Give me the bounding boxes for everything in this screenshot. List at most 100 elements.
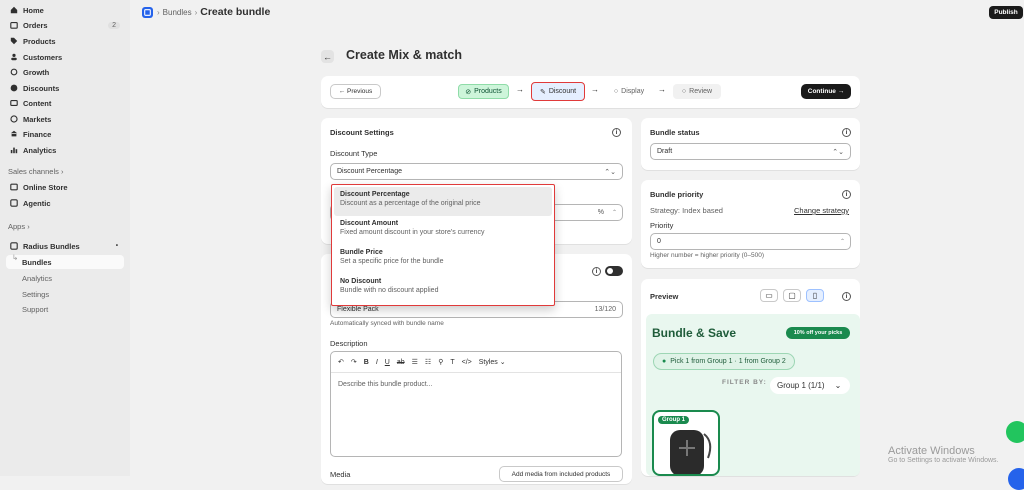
sidebar-sub-support[interactable]: Support — [22, 305, 48, 314]
description-placeholder: Describe this bundle product... — [338, 381, 433, 388]
sidebar-sub-analytics[interactable]: Analytics — [22, 274, 52, 283]
stepper-card: ← Previous ⊘ Products → ✎ Discount → ○ Disp… — [321, 76, 860, 108]
discount-type-dropdown: Discount Percentage Discount as a percent… — [331, 184, 555, 306]
tablet-icon[interactable]: ▢ — [783, 289, 801, 302]
change-strategy-link[interactable]: Change strategy — [794, 206, 849, 215]
clear-format-icon[interactable]: T — [450, 359, 454, 366]
person-icon — [9, 53, 18, 62]
description-editor[interactable]: ↶ ↷ B I U ab ☰ ☷ ⚲ T </> Styles ⌄ Descri… — [330, 351, 622, 457]
back-button[interactable]: ← — [321, 50, 334, 63]
sidebar-item-label: Agentic — [23, 198, 51, 208]
option-bundle-price[interactable]: Bundle Price Set a specific price for the… — [334, 245, 552, 274]
chart-icon — [9, 146, 18, 155]
redo-icon[interactable]: ↷ — [351, 358, 357, 366]
sidebar-item-radius-bundles[interactable]: Radius Bundles • — [6, 239, 124, 253]
option-discount-percentage[interactable]: Discount Percentage Discount as a percent… — [334, 187, 552, 216]
support-widget-icon[interactable] — [1008, 468, 1024, 490]
discount-type-select[interactable]: Discount Percentage ⌃⌄ — [330, 163, 623, 180]
step-review[interactable]: ○ Review — [673, 84, 721, 99]
bold-icon[interactable]: B — [364, 359, 369, 366]
device-switcher: ▭ ▢ ▯ — [760, 289, 824, 302]
priority-input[interactable]: 0 ⌃ — [650, 233, 851, 250]
globe-icon — [9, 115, 18, 124]
sidebar-item-customers[interactable]: Customers — [6, 50, 124, 64]
apps-label[interactable]: Apps › — [8, 222, 30, 231]
sidebar-item-markets[interactable]: Markets — [6, 112, 124, 126]
sidebar-item-label: Orders — [23, 20, 48, 30]
step-products[interactable]: ⊘ Products — [458, 84, 509, 99]
step-display[interactable]: ○ Display — [606, 84, 652, 99]
bullet-list-icon[interactable]: ☷ — [425, 358, 431, 366]
sidebar-item-growth[interactable]: Growth — [6, 65, 124, 79]
bundle-status-select[interactable]: Draft ⌃⌄ — [650, 143, 851, 160]
italic-icon[interactable]: I — [376, 359, 378, 366]
char-count: 13/120 — [594, 306, 616, 313]
store-icon — [9, 183, 18, 192]
discount-icon — [9, 84, 18, 93]
sidebar-item-online-store[interactable]: Online Store — [6, 180, 124, 194]
pick-rule-pill: ● Pick 1 from Group 1 · 1 from Group 2 — [653, 353, 795, 370]
sidebar-item-label: Customers — [23, 52, 63, 62]
styles-dropdown[interactable]: Styles ⌄ — [479, 358, 506, 366]
select-chevron-icon: ⌃⌄ — [832, 148, 844, 156]
stepper-icon[interactable]: ⌃ — [612, 209, 617, 216]
step-arrow-icon: → — [658, 85, 666, 94]
desktop-icon[interactable]: ▭ — [760, 289, 778, 302]
priority-label: Priority — [650, 221, 674, 230]
sidebar-sub-bundles[interactable]: ↳ Bundles — [6, 253, 124, 269]
sales-channels-label[interactable]: Sales channels › — [8, 167, 63, 176]
publish-button[interactable]: Publish — [989, 6, 1023, 19]
group-tag: Group 1 — [658, 416, 690, 424]
sidebar-item-analytics[interactable]: Analytics — [6, 143, 124, 157]
sidebar-item-products[interactable]: Products — [6, 34, 124, 48]
mobile-icon[interactable]: ▯ — [806, 289, 824, 302]
info-icon[interactable]: i — [842, 128, 851, 137]
info-icon[interactable]: i — [612, 128, 621, 137]
sidebar-item-orders[interactable]: Orders 2 — [6, 18, 124, 32]
group-filter-select[interactable]: Group 1 (1/1) ⌄ — [770, 377, 850, 394]
option-no-discount[interactable]: No Discount Bundle with no discount appli… — [334, 274, 552, 303]
underline-icon[interactable]: U — [385, 359, 390, 366]
step-discount[interactable]: ✎ Discount — [531, 82, 585, 101]
percent-suffix: % — [597, 209, 604, 216]
strategy-text: Strategy: Index based — [650, 206, 723, 215]
sidebar-item-label: Discounts — [23, 83, 60, 93]
bundle-status-card: Bundle status i Draft ⌃⌄ — [641, 118, 860, 170]
continue-button[interactable]: Continue → — [801, 84, 851, 99]
dot-icon: ● — [662, 358, 667, 365]
product-card[interactable]: Group 1 — [652, 410, 720, 476]
app-logo-icon — [142, 6, 153, 18]
stepper-icon[interactable]: ⌃ — [840, 238, 845, 245]
previous-button[interactable]: ← Previous — [330, 84, 381, 99]
visibility-toggle[interactable] — [605, 266, 623, 276]
bundle-priority-title: Bundle priority — [650, 190, 704, 199]
description-label: Description — [330, 339, 368, 348]
ordered-list-icon[interactable]: ☰ — [412, 358, 418, 366]
circle-icon: ○ — [613, 88, 619, 95]
sidebar-sub-settings[interactable]: Settings — [22, 290, 49, 299]
undo-icon[interactable]: ↶ — [338, 358, 344, 366]
link-icon[interactable]: ⚲ — [438, 358, 443, 366]
strikethrough-icon[interactable]: ab — [397, 359, 405, 366]
sidebar-item-content[interactable]: Content — [6, 96, 124, 110]
info-icon[interactable]: i — [842, 190, 851, 199]
breadcrumb-bundles-link[interactable]: Bundles — [163, 8, 192, 17]
option-discount-amount[interactable]: Discount Amount Fixed amount discount in … — [334, 216, 552, 245]
add-media-button[interactable]: Add media from included products — [499, 466, 623, 482]
info-icon[interactable]: i — [592, 267, 601, 276]
bundle-name-help: Automatically synced with bundle name — [330, 320, 444, 327]
pencil-icon: ✎ — [539, 88, 546, 96]
sidebar-item-finance[interactable]: Finance — [6, 127, 124, 141]
chat-widget-icon[interactable] — [1006, 421, 1024, 443]
more-icon[interactable]: • — [116, 243, 118, 249]
agentic-icon — [9, 199, 18, 208]
info-icon[interactable]: i — [842, 292, 851, 301]
sidebar-item-agentic[interactable]: Agentic — [6, 196, 124, 210]
sidebar-item-discounts[interactable]: Discounts — [6, 81, 124, 95]
breadcrumb: › Bundles › Create bundle — [142, 4, 270, 20]
sidebar-item-home[interactable]: Home — [6, 3, 124, 17]
code-icon[interactable]: </> — [462, 359, 472, 366]
check-circle-icon: ⊘ — [465, 88, 472, 96]
editor-toolbar: ↶ ↷ B I U ab ☰ ☷ ⚲ T </> Styles ⌄ — [331, 352, 621, 373]
sidebar-item-label: Home — [23, 5, 44, 15]
